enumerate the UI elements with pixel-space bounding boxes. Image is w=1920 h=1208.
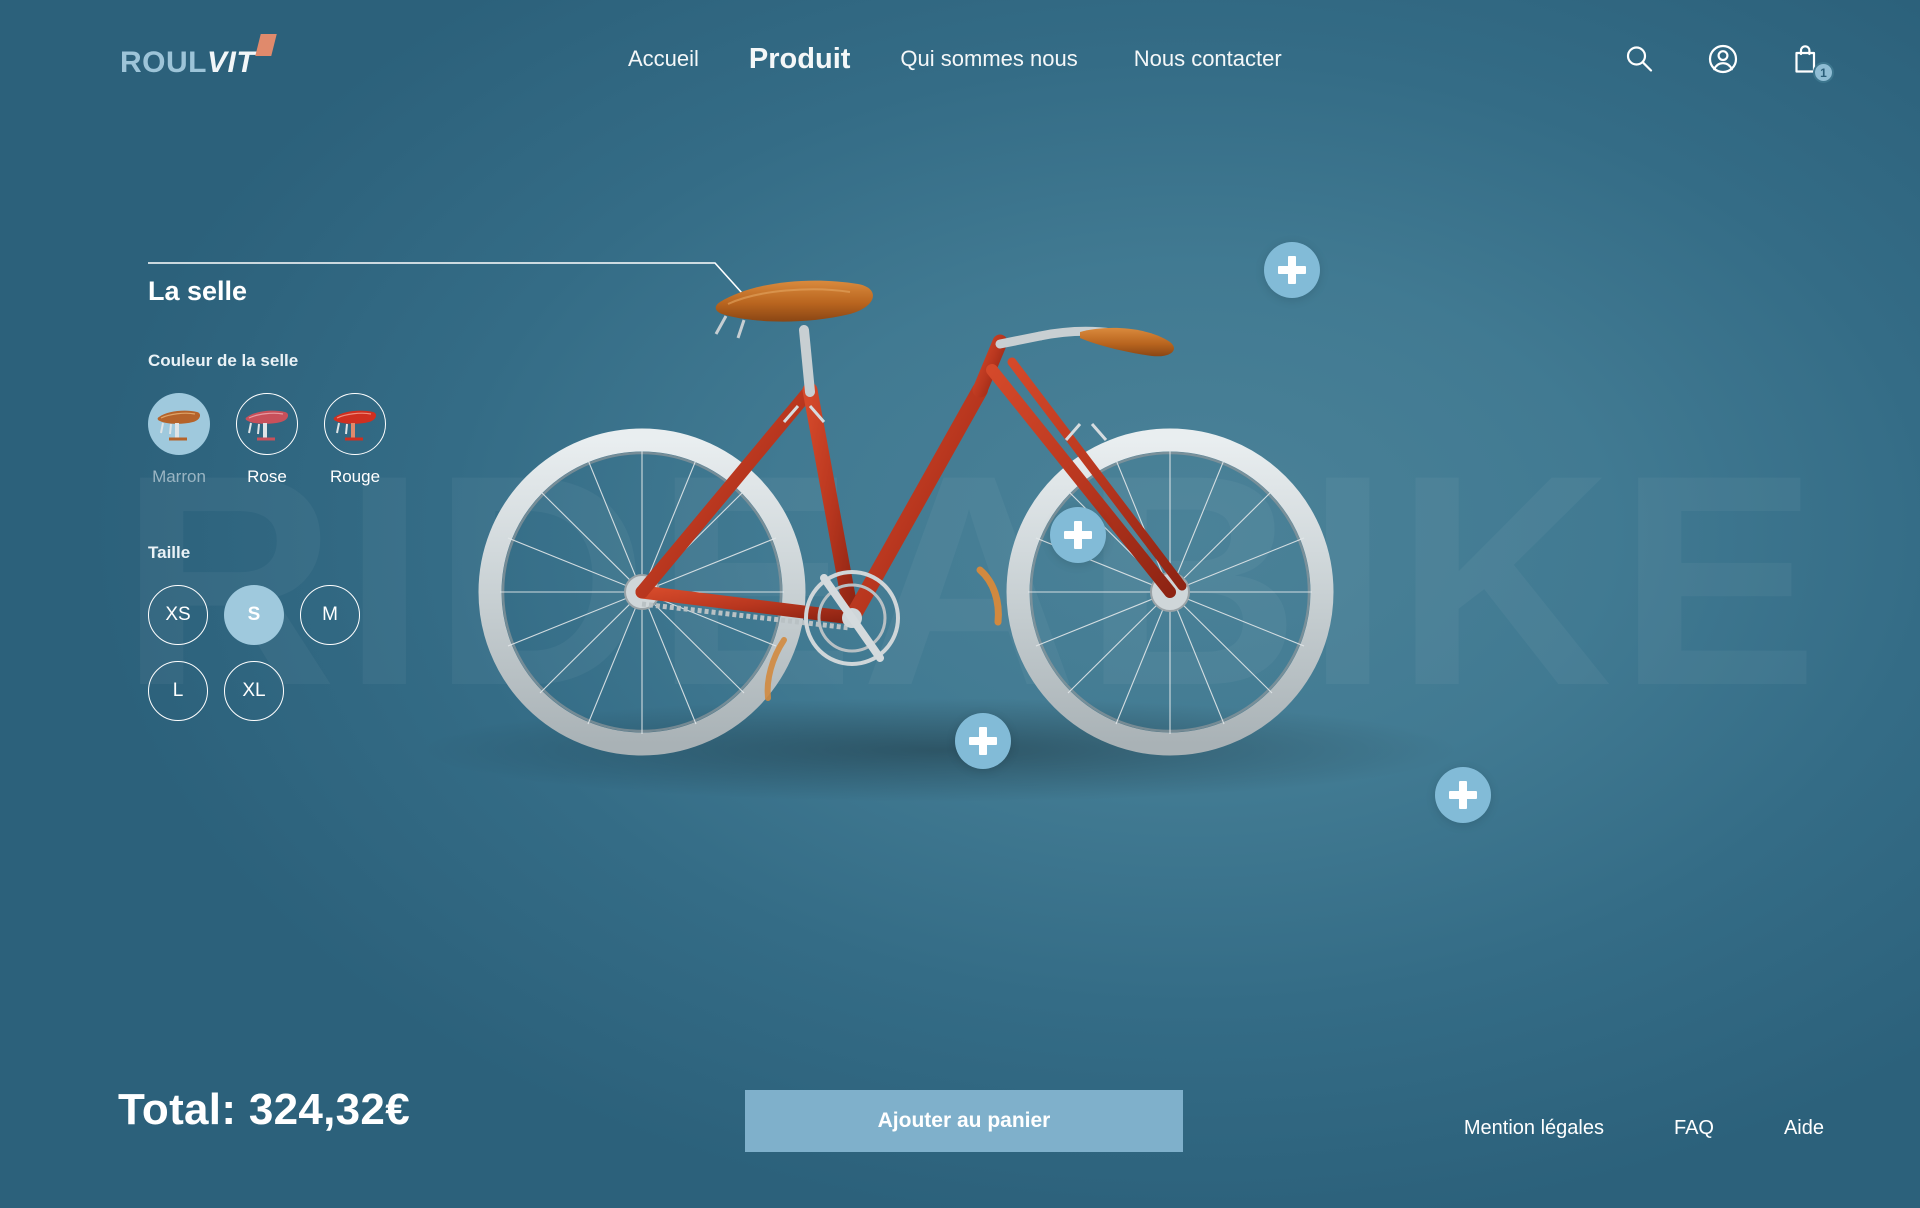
size-option-xs[interactable]: XS xyxy=(148,585,208,645)
nav-item-accueil[interactable]: Accueil xyxy=(600,46,727,72)
plus-icon xyxy=(969,727,997,755)
saddle-thumbnail-icon xyxy=(245,410,289,441)
product-configurator-page: RIDEABIKE ROULVIT Accueil Produit Qui so… xyxy=(0,0,1920,1208)
cart-count-badge: 1 xyxy=(1813,62,1834,83)
nav-item-qui-sommes-nous[interactable]: Qui sommes nous xyxy=(872,46,1105,72)
add-to-cart-button[interactable]: Ajouter au panier xyxy=(745,1090,1183,1152)
header-icon-group: 1 xyxy=(1622,0,1834,118)
logo-accent-mark xyxy=(255,34,277,56)
bike-preview-stage xyxy=(380,210,1560,930)
color-group-label: Couleur de la selle xyxy=(148,351,299,370)
size-option-m[interactable]: M xyxy=(300,585,360,645)
logo-text-roul: ROUL xyxy=(120,46,207,79)
size-options: XS S M L XL xyxy=(148,585,398,721)
shopping-bag-icon[interactable]: 1 xyxy=(1790,42,1834,83)
hotspot-crankset[interactable] xyxy=(955,713,1011,769)
saddle-thumbnail-icon xyxy=(157,410,201,441)
hotspot-handlebar[interactable] xyxy=(1264,242,1320,298)
color-option-label: Rouge xyxy=(329,467,381,486)
nav-item-nous-contacter[interactable]: Nous contacter xyxy=(1106,46,1310,72)
search-icon[interactable] xyxy=(1622,42,1656,76)
saddle-thumbnail-icon xyxy=(333,410,377,441)
footer-links: Mention légales FAQ Aide xyxy=(1464,1117,1824,1140)
color-option-rouge[interactable]: Rouge xyxy=(324,393,386,487)
saddle-brown xyxy=(714,280,873,339)
nav-item-produit[interactable]: Produit xyxy=(727,43,873,76)
size-option-s[interactable]: S xyxy=(224,585,284,645)
panel-title: La selle xyxy=(148,276,248,306)
footer-link-faq[interactable]: FAQ xyxy=(1674,1117,1714,1140)
footer-link-aide[interactable]: Aide xyxy=(1784,1117,1824,1140)
logo-text-vit: VIT xyxy=(207,46,256,79)
main-navigation: Accueil Produit Qui sommes nous Nous con… xyxy=(600,0,1310,118)
site-header: ROUL VIT Accueil Produit Qui sommes nous … xyxy=(0,0,1920,118)
color-option-label: Rose xyxy=(247,467,287,486)
size-option-l[interactable]: L xyxy=(148,661,208,721)
footer-link-mentions-legales[interactable]: Mention légales xyxy=(1464,1117,1604,1140)
hotspot-rear-wheel[interactable] xyxy=(1435,767,1491,823)
plus-icon xyxy=(1278,256,1306,284)
total-price: Total: 324,32€ xyxy=(118,1085,410,1134)
size-option-xl[interactable]: XL xyxy=(224,661,284,721)
hotspot-frame[interactable] xyxy=(1050,507,1106,563)
brand-logo[interactable]: ROUL VIT xyxy=(120,34,277,80)
plus-icon xyxy=(1449,781,1477,809)
saddle-color-options: Marron Rose Rouge xyxy=(148,393,478,487)
color-swatch-circle xyxy=(236,393,298,455)
bicycle-illustration xyxy=(420,280,1460,802)
size-group-label: Taille xyxy=(148,543,191,562)
color-option-rose[interactable]: Rose xyxy=(236,393,298,487)
account-circle-icon[interactable] xyxy=(1706,42,1740,76)
plus-icon xyxy=(1064,521,1092,549)
color-swatch-circle xyxy=(148,393,210,455)
configurator-panel: La selle Couleur de la selle Marron Rose… xyxy=(148,276,478,721)
color-option-marron[interactable]: Marron xyxy=(148,393,210,487)
color-option-label: Marron xyxy=(152,467,206,486)
color-swatch-circle xyxy=(324,393,386,455)
